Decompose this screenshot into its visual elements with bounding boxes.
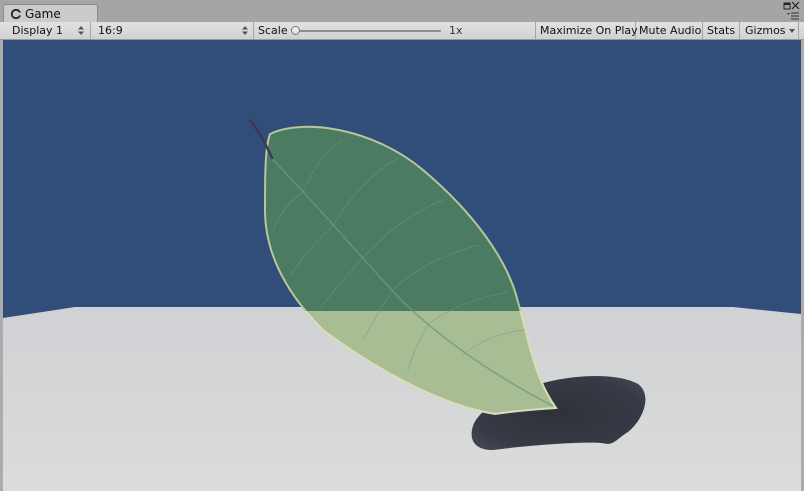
stats-toggle[interactable]: Stats bbox=[703, 22, 740, 39]
display-dropdown-value: Display 1 bbox=[12, 24, 64, 37]
aspect-ratio-dropdown[interactable]: 16:9 bbox=[91, 22, 254, 39]
scale-control: Scale 1x bbox=[254, 22, 536, 39]
mute-audio-label: Mute Audio bbox=[639, 24, 702, 37]
gizmos-button[interactable]: Gizmos bbox=[740, 22, 799, 39]
tab-menu-icon[interactable] bbox=[787, 12, 799, 20]
scale-slider-thumb[interactable] bbox=[291, 26, 300, 35]
tab-game[interactable]: Game bbox=[3, 4, 98, 22]
scene-render bbox=[3, 40, 801, 491]
aspect-ratio-value: 16:9 bbox=[98, 24, 123, 37]
close-icon[interactable] bbox=[791, 1, 800, 10]
display-dropdown[interactable]: Display 1 bbox=[0, 22, 91, 39]
window-controls bbox=[778, 1, 800, 21]
game-window: Game Display 1 16:9 Scale 1x Maximize On… bbox=[0, 0, 804, 491]
game-viewport[interactable] bbox=[3, 40, 801, 491]
game-controller-icon bbox=[11, 9, 21, 19]
stats-label: Stats bbox=[707, 24, 736, 37]
chevron-down-icon[interactable] bbox=[789, 29, 795, 33]
up-down-arrows-icon bbox=[242, 26, 248, 35]
up-down-arrows-icon bbox=[78, 26, 84, 35]
scale-slider-track[interactable] bbox=[293, 30, 441, 32]
maximize-on-play-toggle[interactable]: Maximize On Play bbox=[536, 22, 638, 39]
scale-label: Scale bbox=[258, 24, 288, 37]
maximize-on-play-label: Maximize On Play bbox=[540, 24, 638, 37]
maximize-icon[interactable] bbox=[783, 2, 791, 10]
tab-label: Game bbox=[25, 7, 61, 21]
scale-value: 1x bbox=[449, 24, 463, 37]
mute-audio-toggle[interactable]: Mute Audio bbox=[636, 22, 703, 39]
gizmos-label: Gizmos bbox=[745, 24, 786, 37]
game-toolbar: Display 1 16:9 Scale 1x Maximize On Play… bbox=[0, 22, 804, 40]
tab-strip: Game bbox=[0, 0, 804, 23]
